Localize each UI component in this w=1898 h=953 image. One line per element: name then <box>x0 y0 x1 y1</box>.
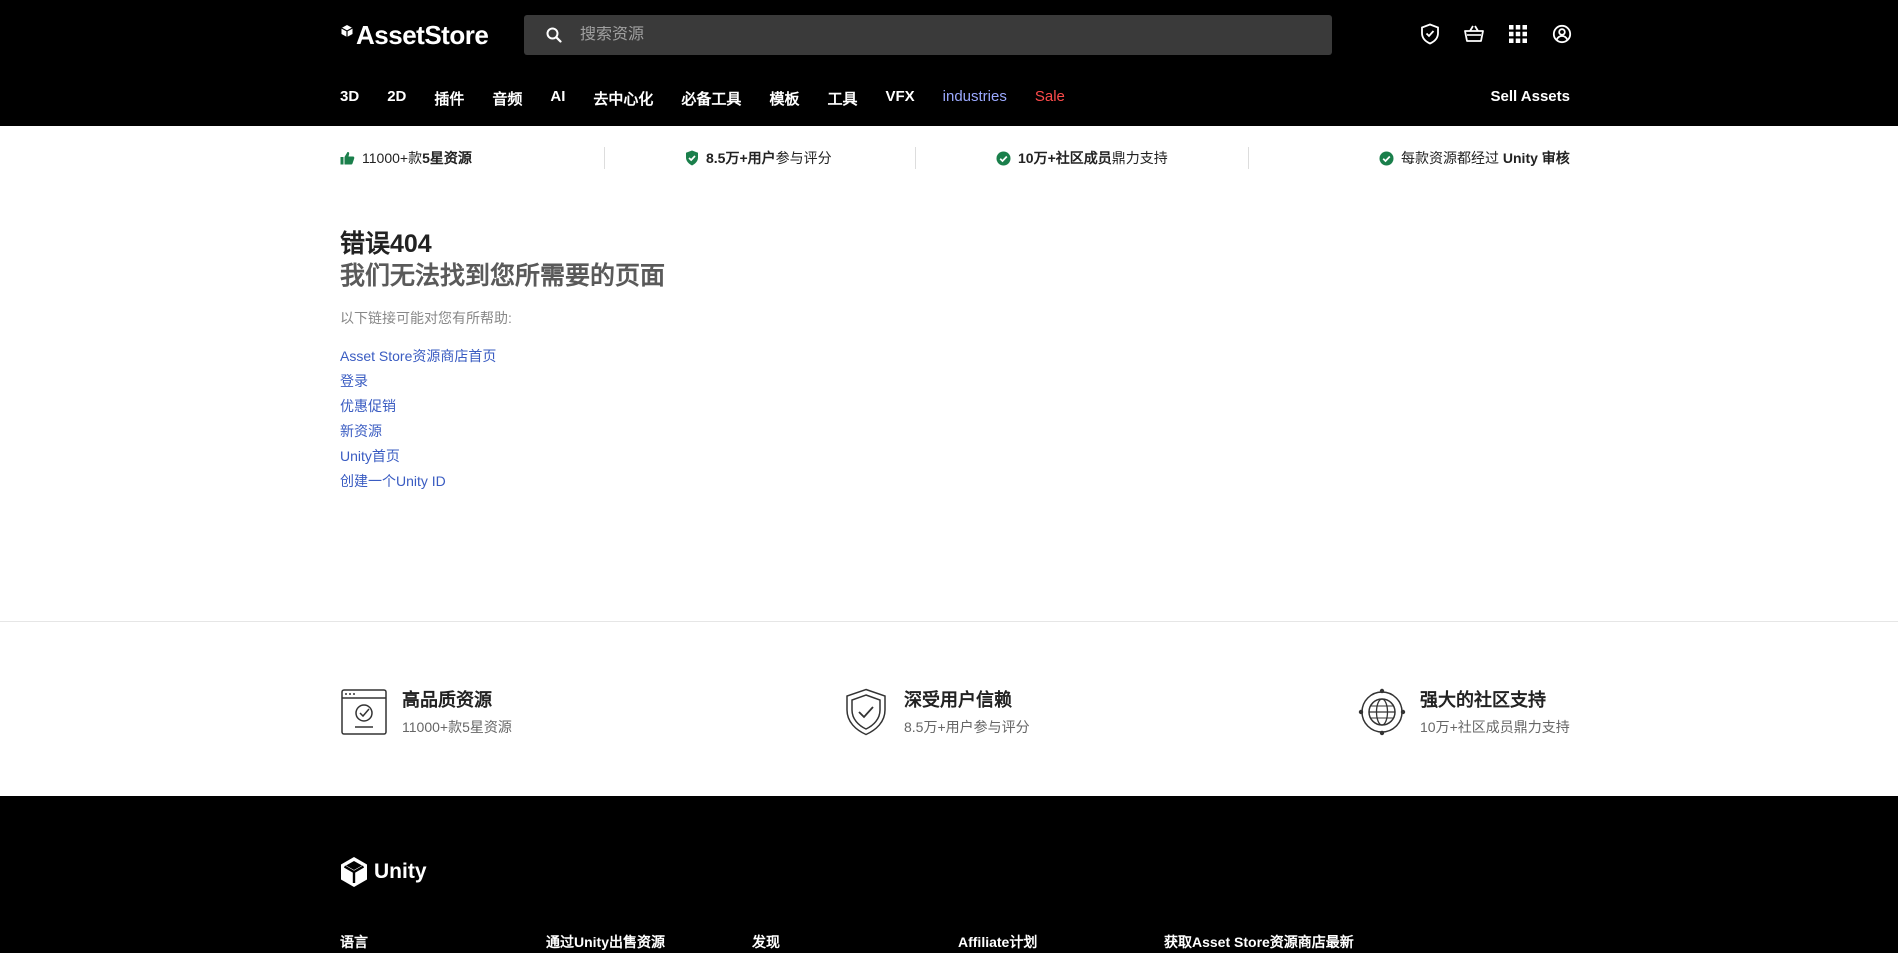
trust-item-reviewed: 每款资源都经过 Unity 审核 <box>1379 148 1570 168</box>
nav-ai[interactable]: AI <box>550 88 565 109</box>
nav-industries[interactable]: industries <box>943 88 1007 109</box>
error-subtitle: 我们无法找到您所需要的页面 <box>340 262 666 290</box>
nav-vfx[interactable]: VFX <box>885 88 914 109</box>
sell-assets-link[interactable]: Sell Assets <box>1491 88 1571 105</box>
shield-check-icon <box>842 688 890 736</box>
footer-col-discover[interactable]: 发现 <box>752 932 958 952</box>
footer-logo-text: Unity <box>374 860 427 883</box>
link-sales[interactable]: 优惠促销 <box>340 396 496 421</box>
trust-assets-text: 11000+款 <box>362 150 423 166</box>
check-circle-icon <box>1379 151 1394 165</box>
unity-cube-icon <box>341 25 353 37</box>
trust-community-text: 鼎力支持 <box>1111 150 1168 166</box>
feature-title: 高品质资源 <box>402 690 492 710</box>
link-create-unity-id[interactable]: 创建一个Unity ID <box>340 471 496 496</box>
search-input[interactable] <box>580 26 1300 44</box>
feature-title: 强大的社区支持 <box>1420 690 1546 710</box>
trust-divider <box>604 147 605 169</box>
feature-subtitle: 10万+社区成员鼎力支持 <box>1420 719 1570 735</box>
nav-tools[interactable]: 工具 <box>827 88 857 109</box>
trust-item-community: 10万+社区成员 鼎力支持 <box>996 148 1168 168</box>
trust-reviewed-bold: Unity 审核 <box>1502 150 1570 166</box>
nav-2d[interactable]: 2D <box>387 88 406 109</box>
trust-strip: 11000+款 5星资源 8.5万+用户 参与评分 10万+社区成员 鼎力支持 每款资… <box>340 140 1570 176</box>
feature-quality: 高品质资源 11000+款5星资源 <box>340 686 512 737</box>
logo-text: AssetStore <box>356 19 489 50</box>
nav-plugins[interactable]: 插件 <box>434 88 464 109</box>
nav-decentralization[interactable]: 去中心化 <box>593 88 653 109</box>
shield-check-icon <box>686 150 698 166</box>
search-bar[interactable] <box>524 15 1332 55</box>
nav-sale[interactable]: Sale <box>1035 88 1065 109</box>
footer-col-newsletter[interactable]: 获取Asset Store资源商店最新 <box>1164 932 1370 952</box>
trust-assets-bold: 5星资源 <box>422 150 472 166</box>
trust-item-users: 8.5万+用户 参与评分 <box>685 148 832 168</box>
trust-reviewed-text: 每款资源都经过 <box>1401 150 1499 166</box>
thumbs-up-icon <box>340 151 355 165</box>
section-divider <box>0 621 1898 622</box>
trust-users-bold: 8.5万+用户 <box>706 150 776 166</box>
nav-templates[interactable]: 模板 <box>769 88 799 109</box>
footer-col-language[interactable]: 语言 <box>340 932 546 952</box>
category-nav: 3D 2D 插件 音频 AI 去中心化 必备工具 模板 工具 VFX indus… <box>340 88 1093 109</box>
link-asset-store-home[interactable]: Asset Store资源商店首页 <box>340 346 496 371</box>
grid-icon[interactable] <box>1506 22 1530 46</box>
nav-audio[interactable]: 音频 <box>492 88 522 109</box>
feature-subtitle: 8.5万+用户参与评分 <box>904 719 1030 735</box>
check-circle-icon <box>996 151 1011 165</box>
feature-community: 强大的社区支持 10万+社区成员鼎力支持 <box>1358 686 1570 737</box>
footer-col-sell[interactable]: 通过Unity出售资源 <box>546 932 752 952</box>
help-text: 以下链接可能对您有所帮助: <box>340 310 512 326</box>
account-icon[interactable] <box>1550 22 1574 46</box>
nav-3d[interactable]: 3D <box>340 88 359 109</box>
unity-cube-icon <box>341 857 367 887</box>
feature-title: 深受用户信赖 <box>904 690 1012 710</box>
globe-icon <box>1358 688 1406 736</box>
unity-footer-logo[interactable]: Unity <box>340 856 427 888</box>
link-login[interactable]: 登录 <box>340 371 496 396</box>
basket-icon[interactable] <box>1462 22 1486 46</box>
link-unity-home[interactable]: Unity首页 <box>340 446 496 471</box>
error-title: 错误404 <box>340 230 432 258</box>
shield-check-icon[interactable] <box>1418 22 1442 46</box>
quality-badge-icon <box>340 688 388 736</box>
top-header: AssetStore 3D 2D 插件 音频 AI 去中心化 必备工具 模板 工… <box>0 0 1898 126</box>
trust-divider <box>915 147 916 169</box>
trust-users-text: 参与评分 <box>775 150 832 166</box>
feature-trust: 深受用户信赖 8.5万+用户参与评分 <box>842 686 1030 737</box>
footer: Unity 语言 通过Unity出售资源 发现 Affiliate计划 获取As… <box>0 796 1898 953</box>
feature-subtitle: 11000+款5星资源 <box>402 719 512 735</box>
trust-item-assets: 11000+款 5星资源 <box>340 148 472 168</box>
footer-columns: 语言 通过Unity出售资源 发现 Affiliate计划 获取Asset St… <box>340 932 1370 952</box>
asset-store-logo[interactable]: AssetStore <box>340 19 489 50</box>
nav-essentials[interactable]: 必备工具 <box>681 88 741 109</box>
link-new-assets[interactable]: 新资源 <box>340 421 496 446</box>
trust-community-bold: 10万+社区成员 <box>1018 150 1112 166</box>
search-icon[interactable] <box>534 27 574 43</box>
footer-col-affiliate[interactable]: Affiliate计划 <box>958 932 1164 952</box>
help-links: Asset Store资源商店首页 登录 优惠促销 新资源 Unity首页 创建… <box>340 346 496 496</box>
header-actions <box>1418 22 1574 46</box>
trust-divider <box>1248 147 1249 169</box>
